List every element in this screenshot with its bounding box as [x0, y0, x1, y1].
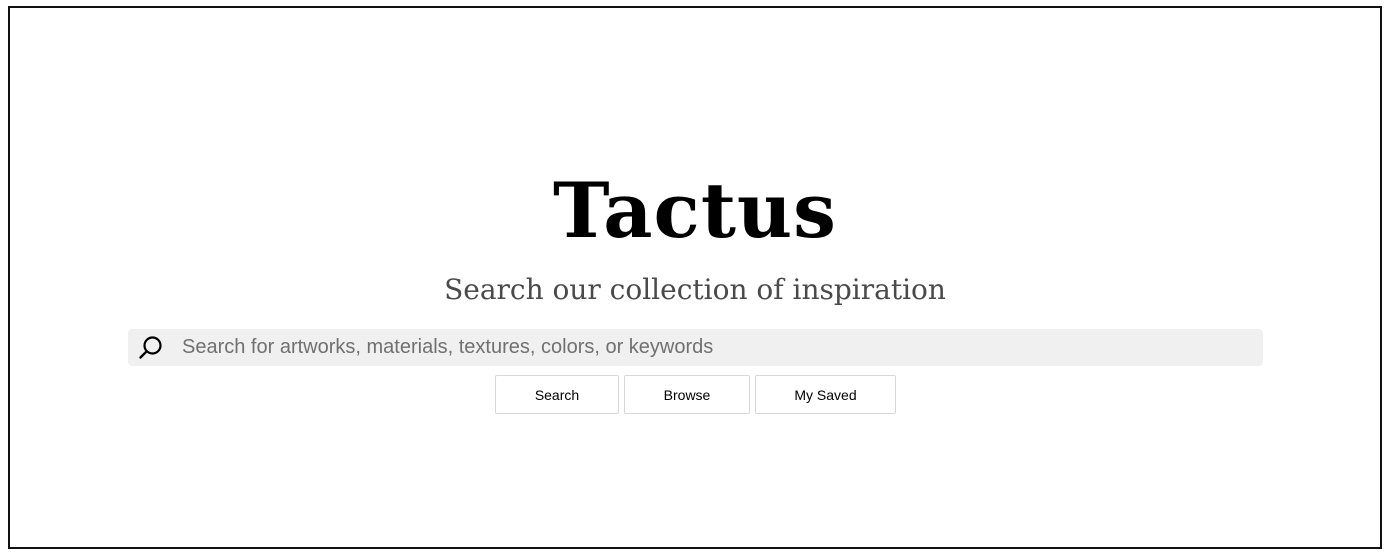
search-button[interactable]: Search — [495, 375, 619, 414]
my-saved-button[interactable]: My Saved — [755, 375, 896, 414]
page-subtitle: Search our collection of inspiration — [444, 273, 946, 306]
search-input[interactable] — [166, 329, 1263, 366]
search-bar[interactable] — [128, 329, 1263, 366]
search-icon[interactable] — [136, 333, 166, 363]
page-title: Tactus — [553, 166, 837, 255]
page-frame: Tactus Search our collection of inspirat… — [8, 6, 1382, 549]
browse-button[interactable]: Browse — [624, 375, 750, 414]
